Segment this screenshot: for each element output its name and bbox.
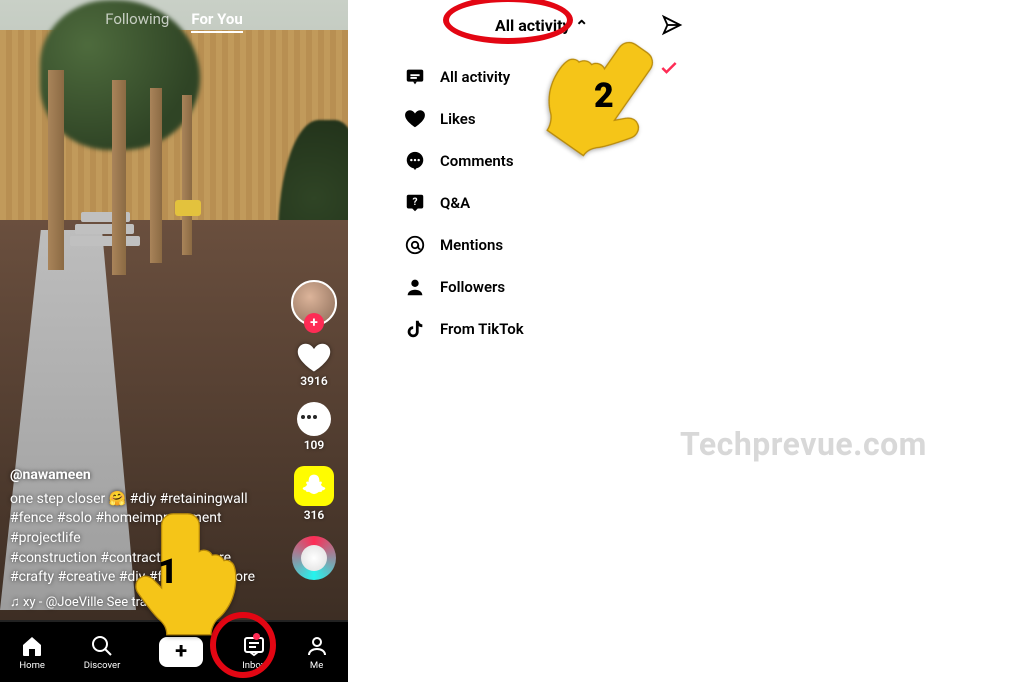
nav-create[interactable]: +: [159, 637, 203, 667]
nav-home[interactable]: Home: [19, 634, 45, 671]
selected-check-icon: [659, 58, 679, 82]
tiktok-icon: [404, 318, 426, 340]
filter-label: Likes: [440, 110, 476, 128]
filter-followers[interactable]: Followers: [384, 266, 699, 308]
notification-dot-icon: [253, 633, 260, 640]
send-message-button[interactable]: [661, 14, 683, 40]
nav-me[interactable]: Me: [305, 634, 329, 671]
caption-line: one step closer 🤗 #diy #retainingwall: [10, 491, 248, 507]
comment-button[interactable]: 109: [297, 402, 331, 452]
svg-text:?: ?: [412, 197, 417, 208]
followers-icon: [404, 276, 426, 298]
mention-icon: [404, 234, 426, 256]
comment-icon: [297, 402, 331, 436]
paper-plane-icon: [661, 14, 683, 36]
activity-filter-dropdown[interactable]: All activity ⌄: [495, 16, 588, 35]
filter-label: Mentions: [440, 236, 503, 254]
author-username[interactable]: @nawameen: [10, 466, 268, 486]
caption-line: #construction #contractor #explore: [10, 550, 231, 566]
filter-label: From TikTok: [440, 320, 524, 338]
action-rail: + 3916 109 316: [288, 280, 340, 580]
bottom-nav: Home Discover + Inbox Me: [0, 622, 348, 682]
filter-likes[interactable]: Likes: [384, 98, 699, 140]
caption-line: #fence #solo #homeimprovement #projectli…: [10, 510, 222, 546]
video-caption: @nawameen one step closer 🤗 #diy #retain…: [10, 466, 268, 612]
like-count: 3916: [300, 374, 327, 388]
sound-label[interactable]: ♫ xy - @JoeVille See translation: [10, 594, 268, 612]
activity-icon: [404, 66, 426, 88]
tab-following[interactable]: Following: [105, 10, 169, 33]
filter-comments[interactable]: Comments: [384, 140, 699, 182]
author-avatar[interactable]: +: [291, 280, 337, 326]
nav-discover[interactable]: Discover: [84, 634, 121, 671]
heart-icon: [296, 340, 332, 372]
feed-tabs: Following For You: [0, 10, 348, 33]
search-icon: [90, 634, 114, 658]
activity-filter-list: All activity Likes Comments ? Q&A Mentio…: [384, 50, 699, 356]
inbox-screen: All activity ⌄ All activity Likes Commen…: [384, 0, 699, 682]
comment-count: 109: [304, 438, 325, 452]
nav-inbox-label: Inbox: [242, 660, 265, 671]
filter-all-activity[interactable]: All activity: [384, 56, 699, 98]
filter-label: Q&A: [440, 194, 470, 212]
like-button[interactable]: 3916: [296, 340, 332, 388]
nav-inbox[interactable]: Inbox: [242, 634, 266, 671]
follow-plus-icon[interactable]: +: [304, 313, 324, 333]
heart-icon: [404, 108, 426, 130]
activity-filter-label: All activity: [495, 16, 571, 35]
filter-label: Comments: [440, 152, 514, 170]
snapchat-icon: [294, 466, 334, 506]
nav-discover-label: Discover: [84, 660, 121, 671]
caption-line: #crafty #creative #diy #foryou #explore: [10, 569, 255, 585]
filter-qa[interactable]: ? Q&A: [384, 182, 699, 224]
nav-me-label: Me: [310, 660, 323, 671]
filter-label: Followers: [440, 278, 505, 296]
plus-icon: +: [175, 641, 187, 663]
home-icon: [20, 634, 44, 658]
tab-for-you[interactable]: For You: [191, 10, 242, 33]
profile-icon: [305, 634, 329, 658]
nav-home-label: Home: [19, 660, 45, 671]
comment-icon: [404, 150, 426, 172]
inbox-header: All activity ⌄: [384, 0, 699, 50]
sound-disc[interactable]: [292, 536, 336, 580]
filter-mentions[interactable]: Mentions: [384, 224, 699, 266]
share-button[interactable]: 316: [294, 466, 334, 522]
chevron-up-icon: ⌄: [575, 16, 588, 35]
feed-screen: Following For You + 3916 109 316 @nawame…: [0, 0, 348, 682]
watermark: Techprevue.com: [680, 425, 927, 463]
filter-from-tiktok[interactable]: From TikTok: [384, 308, 699, 350]
filter-label: All activity: [440, 68, 510, 86]
qa-icon: ?: [404, 192, 426, 214]
share-count: 316: [304, 508, 325, 522]
